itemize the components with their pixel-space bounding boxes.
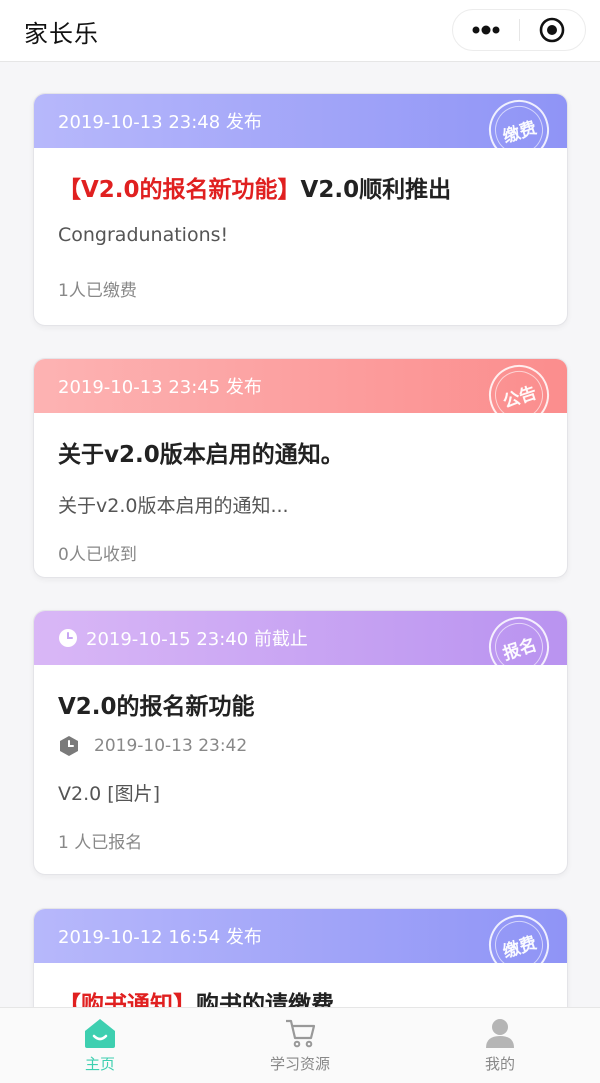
hexagon-clock-icon	[60, 736, 78, 756]
card-header: 2019-10-15 23:40 前截止 报名	[34, 611, 567, 685]
title-tag: 【购书通知】	[58, 992, 196, 1007]
publish-time: 2019-10-12 16:54 发布	[58, 927, 262, 948]
top-bar: 家长乐	[0, 0, 600, 62]
card-title: 【V2.0的报名新功能】V2.0顺利推出	[34, 170, 567, 204]
tab-home[interactable]: 主页	[0, 1008, 200, 1083]
cart-icon	[286, 1019, 316, 1048]
created-date: 2019-10-13 23:42	[94, 736, 248, 756]
home-icon	[85, 1019, 115, 1048]
card-count: 1人已缴费	[58, 281, 137, 301]
bottom-tab-bar: 主页 学习资源 我的	[0, 1007, 600, 1083]
card-description: Congradunations!	[58, 224, 229, 246]
title-text: V2.0顺利推出	[300, 177, 452, 203]
publish-time: 2019-10-13 23:48 发布	[58, 112, 262, 133]
card-count: 0人已收到	[58, 545, 137, 565]
close-miniprogram-button[interactable]	[520, 9, 586, 51]
title-tag: 【V2.0的报名新功能】	[58, 177, 301, 203]
notice-card[interactable]: 2019-10-12 16:54 发布 缴费 【购书通知】购书的请缴费	[33, 908, 568, 1007]
signup-stamp: 报名	[481, 611, 557, 685]
signup-card[interactable]: 2019-10-15 23:40 前截止 报名 V2.0的报名新功能 2019-…	[33, 610, 568, 875]
title-text: 购书的请缴费	[196, 992, 334, 1007]
tab-learning-label: 学习资源	[269, 1055, 330, 1073]
card-header: 2019-10-12 16:54 发布 缴费	[34, 909, 567, 983]
mini-program-capsule	[452, 9, 586, 51]
tab-mine-label: 我的	[484, 1055, 515, 1073]
app-title: 家长乐	[24, 20, 99, 48]
tab-mine[interactable]: 我的	[400, 1008, 600, 1083]
notice-card[interactable]: 2019-10-13 23:48 发布 缴费 【V2.0的报名新功能】V2.0顺…	[33, 93, 568, 326]
announcement-stamp: 公告	[481, 359, 557, 433]
card-title: 关于v2.0版本启用的通知。	[58, 442, 344, 468]
user-icon	[486, 1019, 514, 1048]
notice-list: 2019-10-13 23:48 发布 缴费 【V2.0的报名新功能】V2.0顺…	[0, 62, 600, 1007]
tab-home-label: 主页	[84, 1055, 115, 1073]
card-title: 【购书通知】购书的请缴费	[34, 985, 567, 1007]
created-date-row: 2019-10-13 23:42	[34, 735, 567, 757]
payment-stamp: 缴费	[481, 909, 557, 983]
payment-stamp: 缴费	[481, 94, 557, 168]
more-dots-icon	[472, 25, 500, 35]
clock-icon	[59, 629, 77, 647]
card-header: 2019-10-13 23:48 发布 缴费	[34, 94, 567, 168]
more-button[interactable]	[453, 9, 519, 51]
publish-time: 2019-10-13 23:45 发布	[58, 377, 262, 398]
card-description: V2.0 [图片]	[58, 783, 161, 805]
tab-learning-resources[interactable]: 学习资源	[200, 1008, 400, 1083]
card-header: 2019-10-13 23:45 发布 公告	[34, 359, 567, 433]
card-description: 关于v2.0版本启用的通知...	[58, 495, 289, 517]
notice-card[interactable]: 2019-10-13 23:45 发布 公告 关于v2.0版本启用的通知。 关于…	[33, 358, 568, 578]
card-count: 1 人已报名	[58, 833, 143, 853]
target-icon	[539, 17, 565, 43]
deadline-time: 2019-10-15 23:40 前截止	[86, 629, 308, 650]
card-title: V2.0的报名新功能	[58, 694, 255, 720]
